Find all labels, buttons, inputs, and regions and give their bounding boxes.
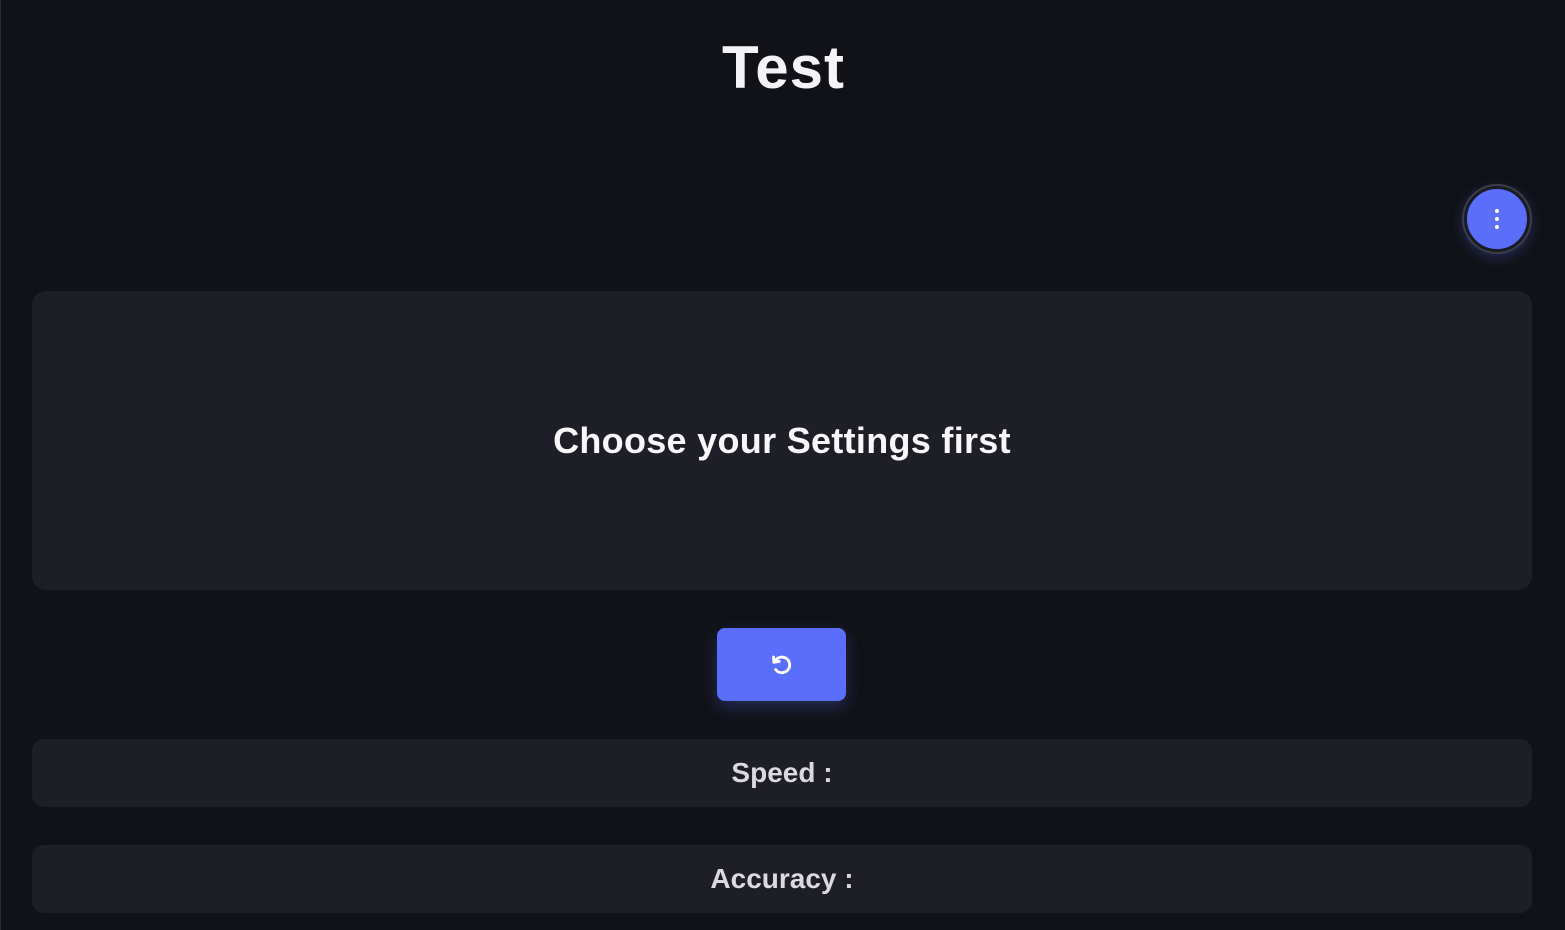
menu-button[interactable] [1464,186,1530,252]
accuracy-stat: Accuracy : [32,845,1532,913]
speed-stat: Speed : [32,739,1532,807]
settings-card: Choose your Settings first [32,291,1532,590]
settings-message: Choose your Settings first [553,419,1011,461]
page-title: Test [722,34,845,101]
speed-label: Speed : [731,757,833,788]
restart-button[interactable] [717,628,846,701]
accuracy-label: Accuracy : [710,863,854,894]
more-vertical-icon [1495,209,1499,229]
restart-icon [771,655,791,674]
